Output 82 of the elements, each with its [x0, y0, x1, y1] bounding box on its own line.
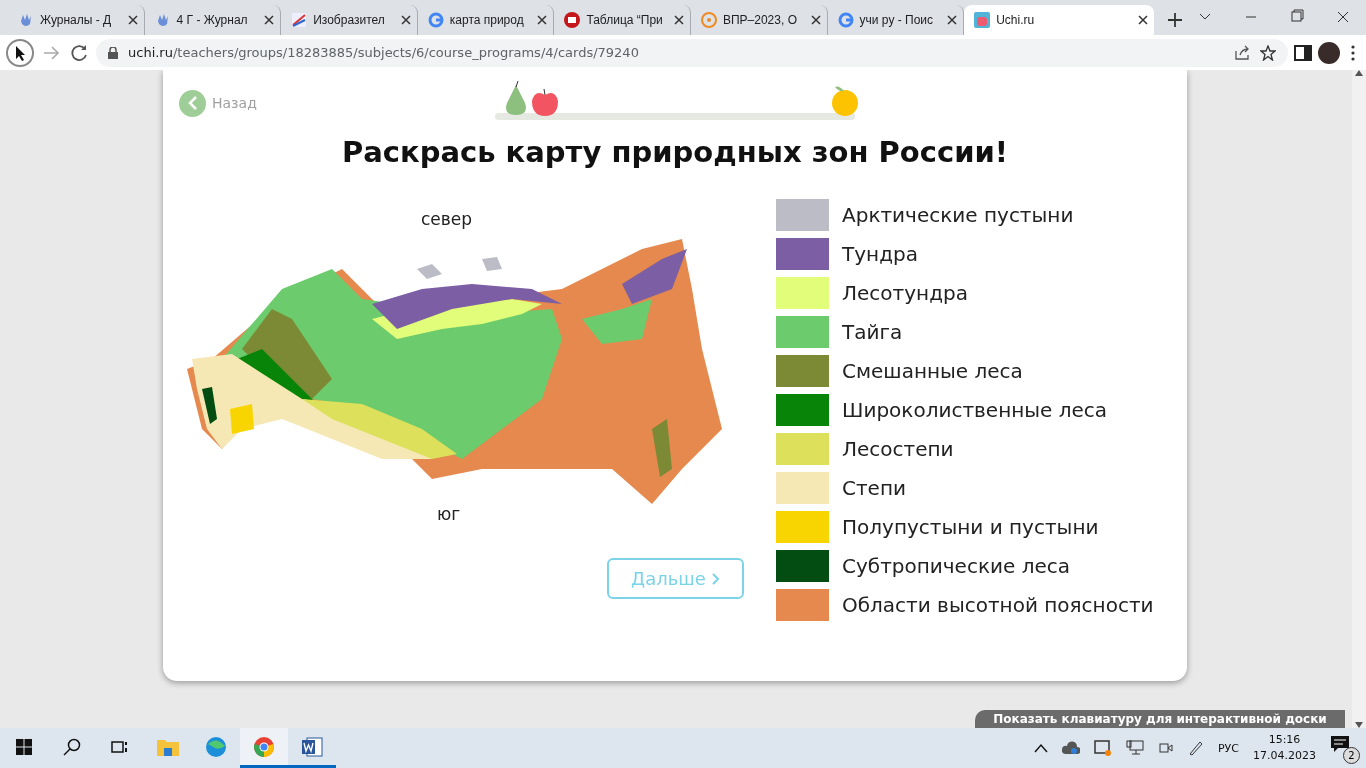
legend-label: Субтропические леса — [842, 554, 1070, 578]
legend-label: Степи — [842, 476, 906, 500]
color-swatch[interactable] — [776, 355, 829, 387]
color-swatch[interactable] — [776, 511, 829, 543]
document-icon — [291, 12, 308, 28]
legend-label: Лесотундра — [842, 281, 968, 305]
mascot-icon — [974, 12, 991, 28]
task-view-icon — [111, 738, 129, 755]
message-icon — [1330, 735, 1350, 753]
camera-icon[interactable] — [1158, 740, 1174, 756]
tab-title: 4 Г - Журнал — [176, 13, 249, 27]
pen-icon[interactable] — [1188, 740, 1204, 756]
taskbar-app[interactable] — [240, 728, 288, 768]
side-panel-icon[interactable] — [1294, 44, 1312, 61]
color-swatch[interactable] — [776, 550, 829, 582]
color-swatch[interactable] — [776, 199, 829, 231]
avatar-icon[interactable] — [1318, 41, 1340, 64]
apple-icon — [531, 87, 559, 117]
color-swatch[interactable] — [776, 316, 829, 348]
north-label: север — [421, 209, 473, 229]
close-icon[interactable] — [264, 15, 275, 25]
color-swatch[interactable] — [776, 394, 829, 426]
citrus-icon — [831, 85, 859, 117]
cloud-sync-icon[interactable] — [1062, 741, 1080, 755]
search-icon — [63, 737, 81, 756]
close-icon[interactable] — [537, 15, 548, 25]
keyboard-banner[interactable]: Показать клавиатуру для интерактивной доски — [975, 710, 1345, 728]
network-icon[interactable] — [1126, 740, 1144, 756]
color-swatch[interactable] — [776, 238, 829, 270]
chevron-left-icon — [187, 96, 198, 110]
tab-title: карта природ — [449, 13, 525, 27]
chrome-icon — [253, 735, 275, 758]
chevron-up-icon[interactable] — [1034, 743, 1048, 753]
wheel-icon — [700, 12, 717, 28]
star-icon[interactable] — [1260, 44, 1276, 61]
edge-icon — [205, 735, 227, 758]
tab-title: ВПР–2023, О — [722, 13, 798, 27]
south-label: юг — [437, 504, 461, 524]
page-title: Раскрась карту природных зон России! — [340, 135, 1010, 169]
language-indicator[interactable]: РУС — [1218, 741, 1239, 755]
color-swatch[interactable] — [776, 472, 829, 504]
close-icon[interactable] — [127, 15, 138, 25]
legend-label: Арктические пустыни — [842, 203, 1074, 227]
browser-tab[interactable]: Uchi.ru — [964, 5, 1155, 35]
color-swatch[interactable] — [776, 433, 829, 465]
color-swatch[interactable] — [776, 277, 829, 309]
notification-count: 2 — [1343, 747, 1360, 764]
legend-label: Тайга — [842, 320, 903, 344]
tab-title: Таблица “При — [586, 13, 664, 27]
tab-title: Uchi.ru — [996, 13, 1036, 27]
share-icon[interactable] — [1234, 44, 1250, 61]
url-text: uchi.ru/teachers/groups/18283885/subjects/6/course_programs/4/cards/79240 — [128, 45, 639, 60]
legend-label: Тундра — [842, 242, 918, 266]
legend-label: Лесостепи — [842, 437, 954, 461]
cursor-icon[interactable] — [6, 38, 34, 67]
close-icon[interactable] — [1138, 15, 1149, 25]
lock-icon — [108, 46, 118, 59]
book-icon — [564, 12, 581, 28]
tab-title: Журналы - Д — [40, 13, 113, 27]
address-bar[interactable]: uchi.ru/teachers/groups/18283885/subjects/6/course_programs/4/cards/79240 — [96, 38, 1288, 67]
windows-icon — [16, 738, 32, 755]
tab-title: учи ру - Поис — [859, 13, 935, 27]
google-icon — [427, 12, 444, 28]
display-icon[interactable] — [1094, 740, 1112, 756]
close-icon[interactable] — [673, 15, 684, 25]
legend-label: Области высотной поясности — [842, 593, 1154, 617]
close-icon[interactable] — [947, 15, 958, 25]
word-icon — [301, 735, 323, 758]
scrollbar[interactable] — [1352, 70, 1366, 728]
pear-icon — [503, 81, 529, 117]
color-swatch[interactable] — [776, 589, 829, 621]
legend-label: Широколиственные леса — [842, 398, 1108, 422]
google-icon — [837, 12, 854, 28]
folder-icon — [157, 737, 179, 756]
legend-label: Смешанные леса — [842, 359, 1023, 383]
close-icon[interactable] — [810, 15, 821, 25]
clock[interactable]: 15:16 17.04.2023 — [1253, 732, 1316, 764]
new-tab-icon[interactable] — [1168, 13, 1182, 27]
tab-title: Изобразител — [313, 13, 386, 27]
close-icon[interactable] — [400, 15, 411, 25]
chevron-right-icon — [711, 572, 720, 585]
legend-label: Полупустыни и пустыни — [842, 515, 1099, 539]
